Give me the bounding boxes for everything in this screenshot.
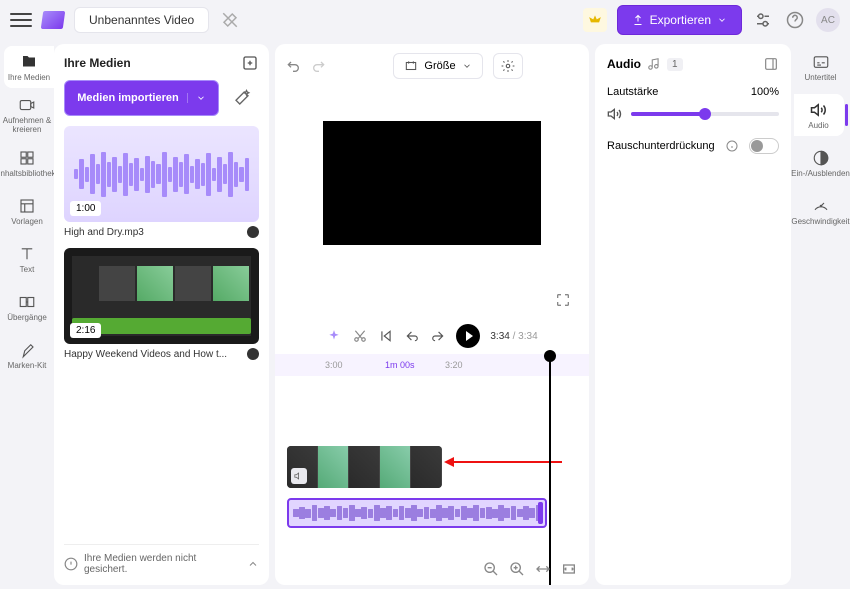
premium-icon[interactable] [583,8,607,32]
play-button[interactable] [456,324,480,348]
video-track[interactable] [287,446,577,488]
left-nav-rail: Ihre Medien Aufnehmen & kreieren Inhalts… [0,40,54,589]
properties-panel: Audio 1 Lautstärke 100% Rauschunterdrück… [595,44,791,585]
video-thumbnail: 2:16 [64,248,259,344]
forward-icon[interactable] [430,328,446,344]
track-count-badge: 1 [667,58,683,71]
timeline[interactable] [275,376,589,585]
rail-speed[interactable]: Geschwindigkeit [794,190,848,232]
rail-your-media[interactable]: Ihre Medien [4,46,54,88]
user-avatar[interactable]: AC [816,8,840,32]
menu-button[interactable] [10,9,32,31]
panel-resize-icon[interactable] [763,56,779,72]
duration-badge: 2:16 [70,323,101,338]
rail-brand-kit[interactable]: Marken-Kit [0,334,54,376]
audio-track[interactable] [287,498,577,528]
duration-badge: 1:00 [70,201,101,216]
fullscreen-icon[interactable] [555,292,571,308]
music-note-icon [647,57,661,71]
rail-record[interactable]: Aufnehmen & kreieren [0,94,54,136]
magic-off-icon[interactable] [219,9,241,31]
skip-back-icon[interactable] [378,328,394,344]
rail-text[interactable]: Text [0,238,54,280]
import-media-button[interactable]: Medien importieren [64,80,219,116]
rail-fade[interactable]: Ein-/Ausblenden [794,142,848,184]
volume-label: Lautstärke [607,86,658,98]
media-panel-title: Ihre Medien [64,56,131,70]
right-nav-rail: Untertitel Audio Ein-/Ausblenden Geschwi… [791,40,850,589]
media-footer-warning: Ihre Medien werden nicht gesichert. [64,544,259,575]
app-logo [41,11,66,29]
media-item-video[interactable]: 2:16 Happy Weekend Videos and How t... [64,248,259,360]
rail-library[interactable]: Inhaltsbibliothek [0,142,54,184]
rail-transitions[interactable]: Übergänge [0,286,54,328]
media-filename: High and Dry.mp3 [64,227,144,238]
export-label: Exportieren [650,13,711,27]
canvas-panel: Größe 3:34 / 3:34 [275,44,589,585]
media-item-audio[interactable]: 1:00 High and Dry.mp3 [64,126,259,238]
volume-value: 100% [751,86,779,98]
redo-button[interactable] [311,58,327,74]
volume-slider[interactable] [631,112,779,116]
add-media-icon[interactable] [241,54,259,72]
volume-icon [607,106,623,122]
size-dropdown[interactable]: Größe [393,53,482,79]
project-title[interactable]: Unbenanntes Video [74,7,209,33]
cut-icon[interactable] [352,328,368,344]
export-button[interactable]: Exportieren [617,5,742,35]
canvas-settings-button[interactable] [493,53,523,79]
preview-area[interactable] [275,88,589,278]
rail-audio[interactable]: Audio [794,94,844,136]
chevron-down-icon [187,93,206,103]
fit-width-icon[interactable] [535,561,551,577]
added-indicator-icon [247,226,259,238]
video-preview [323,121,541,245]
rail-subtitles[interactable]: Untertitel [794,46,848,88]
info-icon[interactable] [726,140,738,152]
undo-button[interactable] [285,58,301,74]
annotation-arrow [452,461,562,463]
props-title: Audio [607,57,641,71]
track-mute-icon[interactable] [291,468,307,484]
fit-screen-icon[interactable] [561,561,577,577]
rewind-icon[interactable] [404,328,420,344]
media-filename: Happy Weekend Videos and How t... [64,349,227,360]
added-indicator-icon [247,348,259,360]
help-icon[interactable] [784,9,806,31]
chevron-up-icon[interactable] [247,558,259,570]
ai-wand-button[interactable] [225,80,259,116]
noise-toggle[interactable] [749,138,779,154]
playhead[interactable] [549,354,551,585]
zoom-out-icon[interactable] [483,561,499,577]
sparkle-icon[interactable] [326,328,342,344]
clip-end-handle[interactable] [538,502,543,524]
noise-label: Rauschunterdrückung [607,140,715,152]
timeline-ruler[interactable]: 3:00 1m 00s 3:20 [275,354,589,376]
audio-thumbnail: 1:00 [64,126,259,222]
zoom-in-icon[interactable] [509,561,525,577]
media-panel: Ihre Medien Medien importieren [54,44,269,585]
rail-templates[interactable]: Vorlagen [0,190,54,232]
time-display: 3:34 / 3:34 [490,331,537,342]
settings-icon[interactable] [752,9,774,31]
